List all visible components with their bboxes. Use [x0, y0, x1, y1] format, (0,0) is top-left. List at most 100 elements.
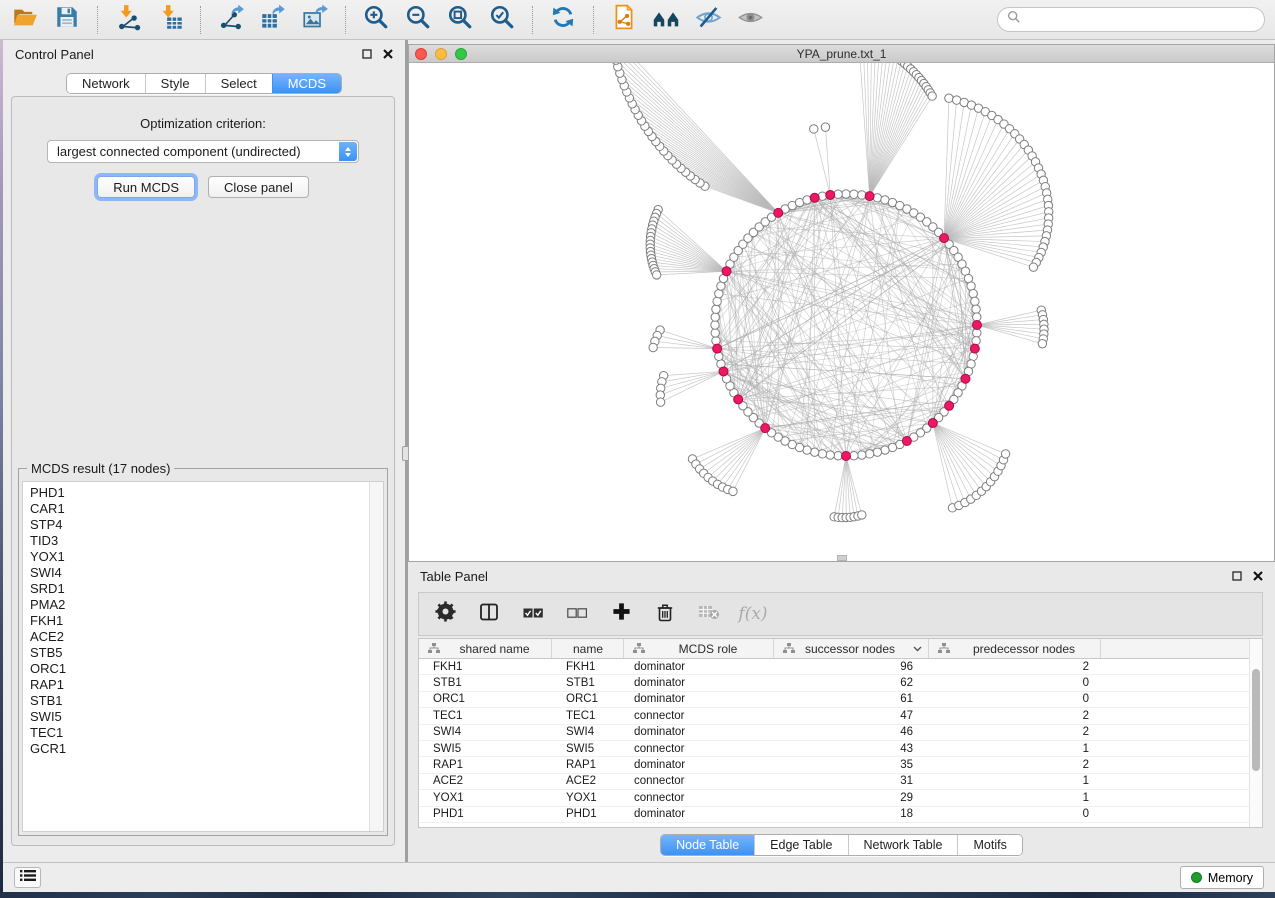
- plus-icon: [612, 602, 631, 626]
- refresh-layout-button[interactable]: [548, 5, 578, 35]
- mcds-result-item[interactable]: PHD1: [30, 485, 369, 501]
- global-search[interactable]: [997, 7, 1265, 32]
- tab-network-table[interactable]: Network Table: [848, 835, 958, 855]
- table-row[interactable]: YOX1YOX1connector291: [419, 790, 1262, 806]
- search-input[interactable]: [1026, 13, 1255, 27]
- run-mcds-button[interactable]: Run MCDS: [97, 176, 195, 198]
- table-cell: 43: [774, 743, 929, 755]
- optimization-criterion-select[interactable]: largest connected component (undirected): [47, 140, 359, 163]
- task-history-button[interactable]: [14, 867, 41, 888]
- table-row[interactable]: PHD1PHD1dominator180: [419, 807, 1262, 823]
- tab-style[interactable]: Style: [145, 74, 205, 93]
- export-network-button[interactable]: [216, 5, 246, 35]
- table-row[interactable]: SWI5SWI5connector431: [419, 741, 1262, 757]
- column-header-shared-name[interactable]: shared name: [419, 639, 552, 658]
- mcds-result-item[interactable]: TID3: [30, 533, 369, 549]
- memory-button[interactable]: Memory: [1180, 866, 1264, 889]
- column-label: predecessor nodes: [956, 642, 1100, 656]
- eye-icon: [737, 4, 764, 36]
- mcds-result-item[interactable]: SWI4: [30, 565, 369, 581]
- scrollbar-thumb[interactable]: [1252, 669, 1260, 771]
- zoom-fit-button[interactable]: [445, 5, 475, 35]
- close-panel-button[interactable]: Close panel: [208, 176, 309, 198]
- delete-column-button[interactable]: [653, 602, 677, 626]
- tab-motifs[interactable]: Motifs: [957, 835, 1021, 855]
- table-row[interactable]: FKH1FKH1dominator962: [419, 659, 1262, 675]
- mcds-result-item[interactable]: STP4: [30, 517, 369, 533]
- column-header-predecessor-nodes[interactable]: predecessor nodes: [929, 639, 1101, 658]
- mcds-result-item[interactable]: SRD1: [30, 581, 369, 597]
- tab-select[interactable]: Select: [205, 74, 272, 93]
- table-row[interactable]: SWI4SWI4dominator462: [419, 725, 1262, 741]
- network-canvas[interactable]: [409, 63, 1274, 561]
- export-table-button[interactable]: [258, 5, 288, 35]
- network-window-titlebar[interactable]: YPA_prune.txt_1: [409, 45, 1274, 63]
- zoom-out-button[interactable]: [403, 5, 433, 35]
- close-panel-icon[interactable]: [1253, 569, 1263, 584]
- zoom-out-icon: [405, 4, 431, 35]
- mcds-result-item[interactable]: STB5: [30, 645, 369, 661]
- mcds-result-item[interactable]: RAP1: [30, 677, 369, 693]
- floppy-disk-icon: [54, 4, 80, 35]
- delete-table-icon: [698, 604, 720, 625]
- list-scrollbar[interactable]: [369, 482, 383, 831]
- tab-edge-table[interactable]: Edge Table: [754, 835, 847, 855]
- canvas-resize-grip[interactable]: [837, 555, 847, 561]
- float-panel-icon[interactable]: [1232, 569, 1242, 584]
- chevron-down-icon[interactable]: [913, 646, 922, 652]
- mcds-result-item[interactable]: GCR1: [30, 741, 369, 757]
- column-header-name[interactable]: name: [552, 639, 624, 658]
- tab-network[interactable]: Network: [67, 74, 145, 93]
- save-session-button[interactable]: [52, 5, 82, 35]
- split-columns-button[interactable]: [477, 602, 501, 626]
- mcds-result-item[interactable]: SWI5: [30, 709, 369, 725]
- zoom-selected-button[interactable]: [487, 5, 517, 35]
- column-header-filler: [1101, 639, 1262, 658]
- export-image-button[interactable]: [300, 5, 330, 35]
- select-all-checkboxes-button[interactable]: [521, 602, 545, 626]
- table-row[interactable]: STB1STB1dominator620: [419, 675, 1262, 691]
- mcds-result-item[interactable]: FKH1: [30, 613, 369, 629]
- tab-node-table[interactable]: Node Table: [661, 835, 754, 855]
- table-cell: 1: [929, 775, 1101, 787]
- table-cell: RAP1: [552, 759, 624, 771]
- table-cell: 35: [774, 759, 929, 771]
- network-graph[interactable]: [409, 63, 1274, 561]
- table-row[interactable]: TEC1TEC1connector472: [419, 708, 1262, 724]
- add-column-button[interactable]: [609, 602, 633, 626]
- close-panel-icon[interactable]: [383, 47, 393, 62]
- table-settings-button[interactable]: [433, 602, 457, 626]
- column-header-successor-nodes[interactable]: successor nodes: [774, 639, 929, 658]
- mcds-result-item[interactable]: ORC1: [30, 661, 369, 677]
- network-window-title: YPA_prune.txt_1: [409, 47, 1274, 61]
- mcds-result-item[interactable]: CAR1: [30, 501, 369, 517]
- import-table-button[interactable]: [155, 5, 185, 35]
- table-row[interactable]: ACE2ACE2connector311: [419, 774, 1262, 790]
- zoom-in-button[interactable]: [361, 5, 391, 35]
- table-scrollbar[interactable]: [1249, 639, 1262, 827]
- show-all-button[interactable]: [735, 5, 765, 35]
- binoculars-button[interactable]: [651, 5, 681, 35]
- mcds-result-item[interactable]: YOX1: [30, 549, 369, 565]
- open-session-button[interactable]: [10, 5, 40, 35]
- tab-mcds[interactable]: MCDS: [272, 74, 341, 93]
- node-table: shared namenameMCDS rolesuccessor nodes p…: [418, 638, 1263, 828]
- clone-network-button[interactable]: [609, 5, 639, 35]
- mcds-result-item[interactable]: PMA2: [30, 597, 369, 613]
- mcds-result-item[interactable]: STB1: [30, 693, 369, 709]
- column-header-MCDS-role[interactable]: MCDS role: [624, 639, 774, 658]
- checked-boxes-icon: [523, 605, 543, 623]
- mcds-result-list[interactable]: PHD1CAR1STP4TID3YOX1SWI4SRD1PMA2FKH1ACE2…: [23, 482, 369, 831]
- toolbar-separator: [97, 6, 98, 34]
- hide-selected-button[interactable]: [693, 5, 723, 35]
- table-row[interactable]: RAP1RAP1dominator352: [419, 757, 1262, 773]
- mcds-result-item[interactable]: ACE2: [30, 629, 369, 645]
- float-panel-icon[interactable]: [362, 47, 372, 62]
- control-panel-header: Control Panel: [3, 40, 405, 68]
- deselect-all-checkboxes-button[interactable]: [565, 602, 589, 626]
- document-network-icon: [611, 4, 637, 35]
- table-cell: dominator: [624, 808, 774, 820]
- mcds-result-item[interactable]: TEC1: [30, 725, 369, 741]
- import-network-button[interactable]: [113, 5, 143, 35]
- table-row[interactable]: ORC1ORC1dominator610: [419, 692, 1262, 708]
